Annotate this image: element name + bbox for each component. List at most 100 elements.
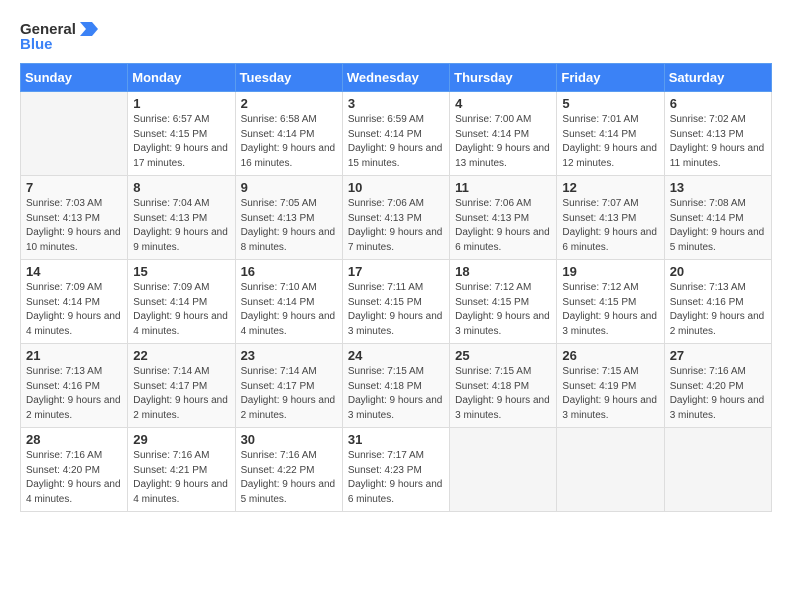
day-number: 21 bbox=[26, 348, 122, 363]
day-number: 24 bbox=[348, 348, 444, 363]
day-number: 5 bbox=[562, 96, 658, 111]
day-number: 25 bbox=[455, 348, 551, 363]
week-row-3: 21Sunrise: 7:13 AMSunset: 4:16 PMDayligh… bbox=[21, 344, 772, 428]
day-info: Sunrise: 6:58 AMSunset: 4:14 PMDaylight:… bbox=[241, 113, 337, 171]
day-number: 20 bbox=[670, 264, 766, 279]
day-info: Sunrise: 7:12 AMSunset: 4:15 PMDaylight:… bbox=[562, 281, 658, 339]
day-info: Sunrise: 7:15 AMSunset: 4:18 PMDaylight:… bbox=[455, 365, 551, 423]
day-cell: 1 Sunrise: 6:57 AMSunset: 4:15 PMDaylight… bbox=[128, 92, 235, 176]
day-number: 12 bbox=[562, 180, 658, 195]
day-number: 4 bbox=[455, 96, 551, 111]
day-number: 30 bbox=[241, 432, 337, 447]
day-info: Sunrise: 7:11 AMSunset: 4:15 PMDaylight:… bbox=[348, 281, 444, 339]
day-info: Sunrise: 7:13 AMSunset: 4:16 PMDaylight:… bbox=[670, 281, 766, 339]
page-header: General Blue bbox=[20, 20, 772, 53]
day-cell: 14 Sunrise: 7:09 AMSunset: 4:14 PMDayligh… bbox=[21, 260, 128, 344]
day-cell: 16 Sunrise: 7:10 AMSunset: 4:14 PMDayligh… bbox=[235, 260, 342, 344]
day-cell: 21Sunrise: 7:13 AMSunset: 4:16 PMDayligh… bbox=[21, 344, 128, 428]
day-number: 26 bbox=[562, 348, 658, 363]
day-info: Sunrise: 7:02 AMSunset: 4:13 PMDaylight:… bbox=[670, 113, 766, 171]
day-number: 9 bbox=[241, 180, 337, 195]
logo: General Blue bbox=[20, 20, 100, 53]
day-number: 11 bbox=[455, 180, 551, 195]
day-info: Sunrise: 7:15 AMSunset: 4:18 PMDaylight:… bbox=[348, 365, 444, 423]
day-number: 19 bbox=[562, 264, 658, 279]
day-info: Sunrise: 7:03 AMSunset: 4:13 PMDaylight:… bbox=[26, 197, 122, 255]
day-cell: 4 Sunrise: 7:00 AMSunset: 4:14 PMDaylight… bbox=[450, 92, 557, 176]
calendar: SundayMondayTuesdayWednesdayThursdayFrid… bbox=[20, 63, 772, 512]
day-number: 23 bbox=[241, 348, 337, 363]
day-cell: 9 Sunrise: 7:05 AMSunset: 4:13 PMDaylight… bbox=[235, 176, 342, 260]
day-info: Sunrise: 7:10 AMSunset: 4:14 PMDaylight:… bbox=[241, 281, 337, 339]
day-number: 29 bbox=[133, 432, 229, 447]
day-number: 27 bbox=[670, 348, 766, 363]
week-row-1: 7 Sunrise: 7:03 AMSunset: 4:13 PMDaylight… bbox=[21, 176, 772, 260]
day-info: Sunrise: 7:14 AMSunset: 4:17 PMDaylight:… bbox=[133, 365, 229, 423]
day-cell bbox=[21, 92, 128, 176]
day-cell: 19 Sunrise: 7:12 AMSunset: 4:15 PMDayligh… bbox=[557, 260, 664, 344]
day-info: Sunrise: 7:16 AMSunset: 4:20 PMDaylight:… bbox=[26, 449, 122, 507]
day-cell bbox=[664, 428, 771, 512]
day-info: Sunrise: 7:09 AMSunset: 4:14 PMDaylight:… bbox=[133, 281, 229, 339]
week-row-0: 1 Sunrise: 6:57 AMSunset: 4:15 PMDaylight… bbox=[21, 92, 772, 176]
day-cell: 26 Sunrise: 7:15 AMSunset: 4:19 PMDayligh… bbox=[557, 344, 664, 428]
day-cell: 17 Sunrise: 7:11 AMSunset: 4:15 PMDayligh… bbox=[342, 260, 449, 344]
day-info: Sunrise: 7:08 AMSunset: 4:14 PMDaylight:… bbox=[670, 197, 766, 255]
day-cell: 28Sunrise: 7:16 AMSunset: 4:20 PMDayligh… bbox=[21, 428, 128, 512]
day-number: 10 bbox=[348, 180, 444, 195]
header-monday: Monday bbox=[128, 64, 235, 92]
day-number: 6 bbox=[670, 96, 766, 111]
day-cell: 12 Sunrise: 7:07 AMSunset: 4:13 PMDayligh… bbox=[557, 176, 664, 260]
day-info: Sunrise: 7:05 AMSunset: 4:13 PMDaylight:… bbox=[241, 197, 337, 255]
logo-blue: Blue bbox=[20, 36, 53, 53]
day-info: Sunrise: 7:14 AMSunset: 4:17 PMDaylight:… bbox=[241, 365, 337, 423]
day-info: Sunrise: 7:04 AMSunset: 4:13 PMDaylight:… bbox=[133, 197, 229, 255]
day-info: Sunrise: 7:16 AMSunset: 4:20 PMDaylight:… bbox=[670, 365, 766, 423]
day-number: 18 bbox=[455, 264, 551, 279]
day-cell: 2 Sunrise: 6:58 AMSunset: 4:14 PMDaylight… bbox=[235, 92, 342, 176]
day-number: 14 bbox=[26, 264, 122, 279]
day-number: 1 bbox=[133, 96, 229, 111]
calendar-header-row: SundayMondayTuesdayWednesdayThursdayFrid… bbox=[21, 64, 772, 92]
day-number: 13 bbox=[670, 180, 766, 195]
day-cell: 18Sunrise: 7:12 AMSunset: 4:15 PMDayligh… bbox=[450, 260, 557, 344]
day-number: 17 bbox=[348, 264, 444, 279]
header-sunday: Sunday bbox=[21, 64, 128, 92]
day-cell: 30Sunrise: 7:16 AMSunset: 4:22 PMDayligh… bbox=[235, 428, 342, 512]
day-number: 16 bbox=[241, 264, 337, 279]
day-info: Sunrise: 7:06 AMSunset: 4:13 PMDaylight:… bbox=[455, 197, 551, 255]
week-row-4: 28Sunrise: 7:16 AMSunset: 4:20 PMDayligh… bbox=[21, 428, 772, 512]
day-cell: 20 Sunrise: 7:13 AMSunset: 4:16 PMDayligh… bbox=[664, 260, 771, 344]
header-friday: Friday bbox=[557, 64, 664, 92]
day-info: Sunrise: 7:00 AMSunset: 4:14 PMDaylight:… bbox=[455, 113, 551, 171]
header-tuesday: Tuesday bbox=[235, 64, 342, 92]
logo-general: General bbox=[20, 21, 76, 38]
day-cell: 24 Sunrise: 7:15 AMSunset: 4:18 PMDayligh… bbox=[342, 344, 449, 428]
day-info: Sunrise: 7:17 AMSunset: 4:23 PMDaylight:… bbox=[348, 449, 444, 507]
day-number: 3 bbox=[348, 96, 444, 111]
day-cell: 8Sunrise: 7:04 AMSunset: 4:13 PMDaylight… bbox=[128, 176, 235, 260]
day-cell bbox=[557, 428, 664, 512]
day-info: Sunrise: 7:06 AMSunset: 4:13 PMDaylight:… bbox=[348, 197, 444, 255]
header-thursday: Thursday bbox=[450, 64, 557, 92]
day-cell: 13 Sunrise: 7:08 AMSunset: 4:14 PMDayligh… bbox=[664, 176, 771, 260]
day-cell: 6 Sunrise: 7:02 AMSunset: 4:13 PMDaylight… bbox=[664, 92, 771, 176]
day-cell: 5Sunrise: 7:01 AMSunset: 4:14 PMDaylight… bbox=[557, 92, 664, 176]
day-cell: 27 Sunrise: 7:16 AMSunset: 4:20 PMDayligh… bbox=[664, 344, 771, 428]
day-cell: 22Sunrise: 7:14 AMSunset: 4:17 PMDayligh… bbox=[128, 344, 235, 428]
day-info: Sunrise: 7:07 AMSunset: 4:13 PMDaylight:… bbox=[562, 197, 658, 255]
day-info: Sunrise: 7:15 AMSunset: 4:19 PMDaylight:… bbox=[562, 365, 658, 423]
day-info: Sunrise: 7:09 AMSunset: 4:14 PMDaylight:… bbox=[26, 281, 122, 339]
week-row-2: 14 Sunrise: 7:09 AMSunset: 4:14 PMDayligh… bbox=[21, 260, 772, 344]
day-info: Sunrise: 7:16 AMSunset: 4:21 PMDaylight:… bbox=[133, 449, 229, 507]
day-number: 2 bbox=[241, 96, 337, 111]
header-wednesday: Wednesday bbox=[342, 64, 449, 92]
day-cell bbox=[450, 428, 557, 512]
day-number: 7 bbox=[26, 180, 122, 195]
day-info: Sunrise: 6:57 AMSunset: 4:15 PMDaylight:… bbox=[133, 113, 229, 171]
day-cell: 10 Sunrise: 7:06 AMSunset: 4:13 PMDayligh… bbox=[342, 176, 449, 260]
day-cell: 3Sunrise: 6:59 AMSunset: 4:14 PMDaylight… bbox=[342, 92, 449, 176]
day-cell: 11 Sunrise: 7:06 AMSunset: 4:13 PMDayligh… bbox=[450, 176, 557, 260]
day-cell: 29 Sunrise: 7:16 AMSunset: 4:21 PMDayligh… bbox=[128, 428, 235, 512]
day-cell: 25 Sunrise: 7:15 AMSunset: 4:18 PMDayligh… bbox=[450, 344, 557, 428]
